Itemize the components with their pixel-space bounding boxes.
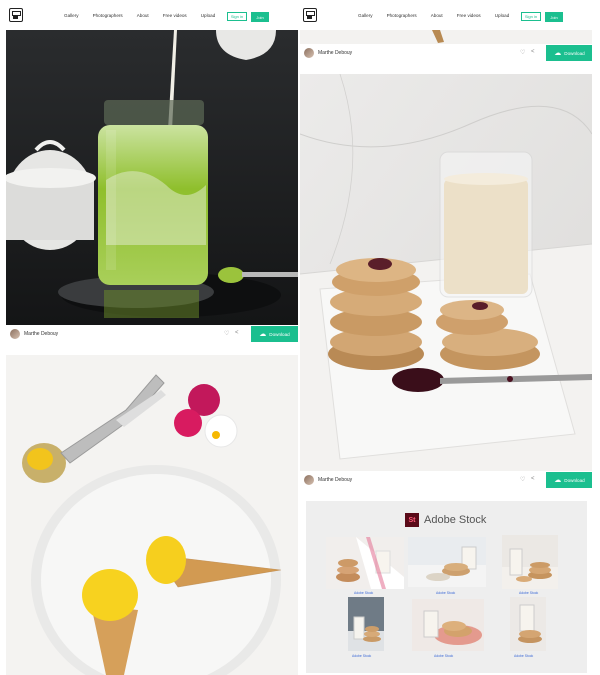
- stock-thumb-image: [502, 535, 558, 589]
- site-logo-icon[interactable]: [9, 8, 23, 22]
- stock-thumb[interactable]: [412, 599, 484, 651]
- photo-meta-right-top: Marthe Debouy ♡ < ☁ Download: [300, 44, 592, 64]
- stock-thumb-caption[interactable]: Adobe Stock: [352, 654, 371, 658]
- nav-about[interactable]: About: [137, 13, 149, 18]
- stock-thumb-caption[interactable]: Adobe Stock: [354, 591, 373, 595]
- stock-thumb[interactable]: [348, 597, 384, 651]
- nav-gallery[interactable]: Gallery: [64, 13, 79, 18]
- avatar[interactable]: [10, 329, 20, 339]
- download-button[interactable]: ☁ Download: [251, 326, 298, 342]
- previous-photo-image: [300, 30, 592, 44]
- join-button[interactable]: Join: [545, 12, 563, 22]
- nav-links: Gallery Photographers About Free videos …: [64, 13, 229, 18]
- stock-thumb-caption[interactable]: Adobe Stock: [434, 654, 453, 658]
- download-label: Download: [269, 331, 290, 337]
- cloud-download-icon: ☁: [259, 331, 267, 338]
- heart-icon[interactable]: ♡: [520, 49, 525, 56]
- author-name[interactable]: Marthe Debouy: [24, 331, 58, 337]
- stock-thumb-caption[interactable]: Adobe Stock: [514, 654, 533, 658]
- sign-in-button[interactable]: Sign in: [227, 12, 247, 21]
- photo-previous-strip[interactable]: [300, 30, 592, 44]
- download-label: Download: [564, 50, 585, 56]
- nav-gallery[interactable]: Gallery: [358, 13, 373, 18]
- nav-upload[interactable]: Upload: [201, 13, 216, 18]
- download-label: Download: [564, 477, 585, 483]
- heart-icon[interactable]: ♡: [224, 330, 229, 337]
- nav-links: Gallery Photographers About Free videos …: [358, 13, 523, 18]
- nav-free-videos[interactable]: Free videos: [163, 13, 187, 18]
- stock-thumb-image: [510, 597, 546, 651]
- stock-thumb[interactable]: [510, 597, 546, 651]
- adobe-stock-panel: St Adobe Stock Adobe Stock Adobe Stock A…: [306, 501, 587, 673]
- photo-meta-left-top: Marthe Debouy ♡ < ☁ Download: [6, 325, 298, 345]
- stock-thumb-caption[interactable]: Adobe Stock: [436, 591, 455, 595]
- ice-cream-image: [6, 355, 298, 675]
- cloud-download-icon: ☁: [554, 50, 562, 57]
- stock-thumb[interactable]: [326, 537, 404, 589]
- photo-meta-right-mid: Marthe Debouy ♡ < ☁ Download: [300, 471, 592, 491]
- stock-thumb[interactable]: [502, 535, 558, 589]
- nav-free-videos[interactable]: Free videos: [457, 13, 481, 18]
- stock-thumb-image: [348, 597, 384, 651]
- share-icon[interactable]: <: [235, 330, 239, 336]
- nav-about[interactable]: About: [431, 13, 443, 18]
- download-button[interactable]: ☁ Download: [546, 45, 592, 61]
- adobe-stock-header[interactable]: St Adobe Stock: [405, 513, 486, 527]
- top-nav-right: Gallery Photographers About Free videos …: [300, 0, 592, 30]
- nav-photographers[interactable]: Photographers: [387, 13, 417, 18]
- stock-thumb-image: [412, 599, 484, 651]
- stock-thumb-caption[interactable]: Adobe Stock: [519, 591, 538, 595]
- sign-in-button[interactable]: Sign in: [521, 12, 541, 21]
- photo-ice-cream-cones[interactable]: [6, 355, 298, 675]
- nav-photographers[interactable]: Photographers: [93, 13, 123, 18]
- site-logo-icon[interactable]: [303, 8, 317, 22]
- cloud-download-icon: ☁: [554, 477, 562, 484]
- avatar[interactable]: [304, 48, 314, 58]
- matcha-latte-image: [6, 30, 298, 325]
- nav-upload[interactable]: Upload: [495, 13, 510, 18]
- heart-icon[interactable]: ♡: [520, 476, 525, 483]
- author-name[interactable]: Marthe Debouy: [318, 50, 352, 56]
- avatar[interactable]: [304, 475, 314, 485]
- stock-thumb[interactable]: [408, 537, 486, 587]
- adobe-stock-title: Adobe Stock: [424, 514, 487, 526]
- adobe-stock-logo-icon: St: [405, 513, 419, 527]
- cookies-milk-image: [300, 74, 592, 471]
- top-nav: Gallery Photographers About Free videos …: [6, 0, 298, 30]
- right-column: Gallery Photographers About Free videos …: [300, 0, 592, 675]
- stock-thumb-image: [326, 537, 404, 589]
- stock-thumb-image: [408, 537, 486, 587]
- left-column: Gallery Photographers About Free videos …: [6, 0, 298, 675]
- photo-matcha-latte[interactable]: [6, 30, 298, 325]
- download-button[interactable]: ☁ Download: [546, 472, 592, 488]
- photo-cookies-milk[interactable]: [300, 74, 592, 471]
- share-icon[interactable]: <: [531, 49, 535, 55]
- share-icon[interactable]: <: [531, 476, 535, 482]
- author-name[interactable]: Marthe Debouy: [318, 477, 352, 483]
- join-button[interactable]: Join: [251, 12, 269, 22]
